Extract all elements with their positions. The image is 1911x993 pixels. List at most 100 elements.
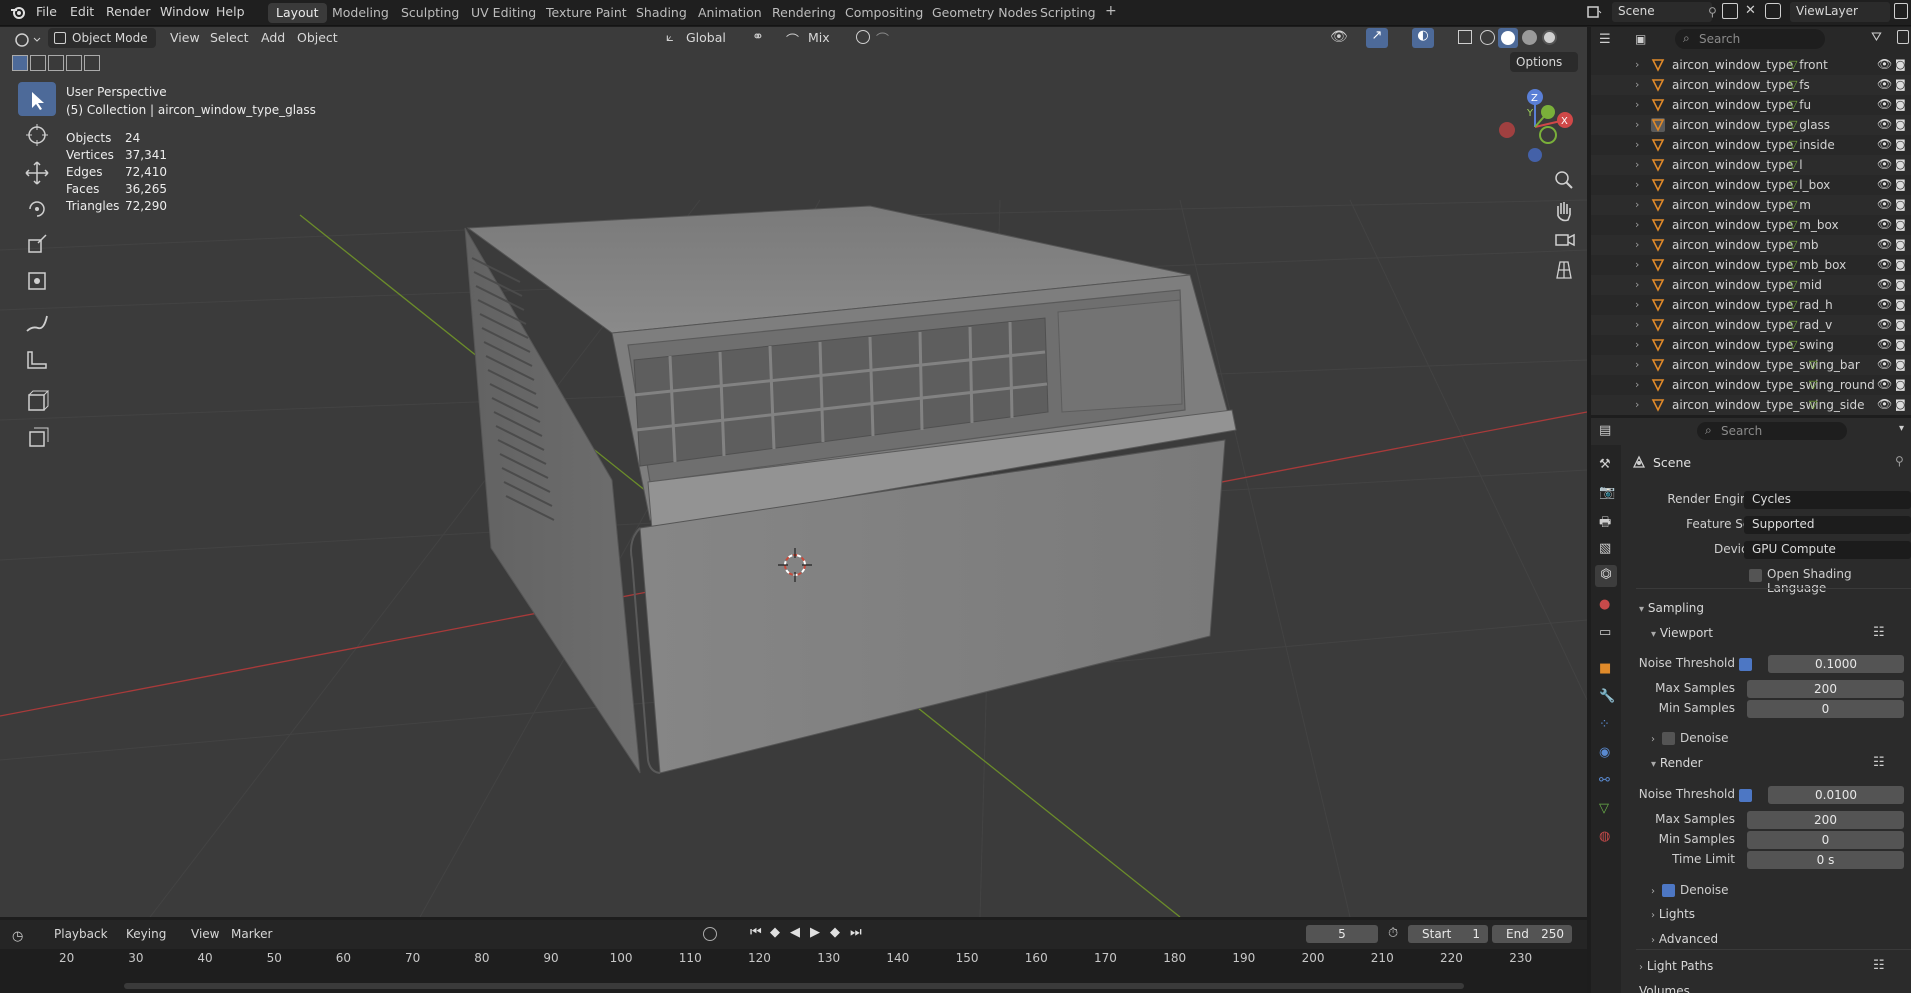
- add-cube-tool[interactable]: [18, 384, 56, 418]
- scene-name-field[interactable]: Scene: [1612, 2, 1712, 22]
- select-intersect-icon[interactable]: [84, 55, 100, 71]
- jump-start-icon[interactable]: ⏮: [750, 925, 762, 940]
- mesh-data-icon[interactable]: ▽: [1789, 258, 1797, 271]
- eye-icon[interactable]: 👁: [1877, 177, 1892, 191]
- menu-playback[interactable]: Playback: [54, 927, 108, 941]
- mesh-data-icon[interactable]: ▽: [1809, 398, 1817, 411]
- properties-search-input[interactable]: ⌕ Search: [1697, 422, 1847, 440]
- outliner-row[interactable]: › aircon_window_type_mb_box ▽ 👁 ◙: [1591, 255, 1911, 275]
- expand-arrow-icon[interactable]: ›: [1635, 338, 1639, 351]
- vp-denoise-checkbox[interactable]: [1662, 732, 1675, 745]
- camera-icon[interactable]: ◙: [1895, 158, 1906, 171]
- tab-modeling[interactable]: Modeling: [324, 3, 397, 23]
- outliner-row[interactable]: › aircon_window_type_l ▽ 👁 ◙: [1591, 155, 1911, 175]
- camera-icon[interactable]: ◙: [1895, 78, 1906, 91]
- eye-icon[interactable]: 👁: [1877, 297, 1892, 311]
- select-new-icon[interactable]: [12, 55, 28, 71]
- visibility-icon[interactable]: 👁: [1330, 29, 1348, 45]
- outliner-row[interactable]: › aircon_window_type_swing_side ▽ 👁 ◙: [1591, 395, 1911, 415]
- outliner-row[interactable]: › aircon_window_type_glass ▽ 👁 ◙: [1591, 115, 1911, 135]
- expand-arrow-icon[interactable]: ›: [1635, 238, 1639, 251]
- camera-icon[interactable]: ◙: [1895, 338, 1906, 351]
- rotate-tool[interactable]: [18, 192, 56, 226]
- menu-select[interactable]: Select: [210, 30, 249, 45]
- select-invert-icon[interactable]: [66, 55, 82, 71]
- jump-end-icon[interactable]: ⏭: [850, 925, 862, 940]
- render-subpanel-header[interactable]: ▾ Render: [1651, 756, 1703, 770]
- material-shading-icon[interactable]: [1522, 30, 1537, 45]
- outliner-row[interactable]: › aircon_window_type_fs ▽ 👁 ◙: [1591, 75, 1911, 95]
- view-layer-tab-icon[interactable]: ▧: [1599, 541, 1611, 556]
- physics-tab-icon[interactable]: ◉: [1599, 745, 1610, 760]
- mesh-data-icon[interactable]: ▽: [1789, 298, 1797, 311]
- particles-tab-icon[interactable]: ⁘: [1599, 717, 1610, 732]
- selection-mode-group[interactable]: [12, 55, 106, 71]
- object-tab-icon[interactable]: ■: [1599, 661, 1611, 676]
- rendered-shading-icon[interactable]: [1542, 30, 1557, 45]
- camera-icon[interactable]: ◙: [1895, 178, 1906, 191]
- advanced-subpanel[interactable]: › Advanced: [1651, 932, 1718, 946]
- outliner-row[interactable]: › aircon_window_type_swing_round ▽ 👁 ◙: [1591, 375, 1911, 395]
- menu-render[interactable]: Render: [106, 4, 151, 19]
- vp-denoise-subpanel[interactable]: ›: [1651, 731, 1655, 745]
- render-engine-dropdown[interactable]: Cycles: [1744, 491, 1911, 509]
- mesh-data-icon[interactable]: ▽: [1809, 378, 1817, 391]
- view-layer-icon[interactable]: [1765, 3, 1781, 19]
- tool-tab-icon[interactable]: ⚒: [1599, 457, 1611, 472]
- camera-icon[interactable]: ◙: [1895, 278, 1906, 291]
- outliner-row[interactable]: › aircon_window_type_l_box ▽ 👁 ◙: [1591, 175, 1911, 195]
- camera-icon[interactable]: ◙: [1895, 98, 1906, 111]
- add-workspace-button[interactable]: +: [1097, 1, 1125, 21]
- light-paths-panel[interactable]: › Light Paths: [1639, 959, 1713, 973]
- eye-icon[interactable]: 👁: [1877, 137, 1892, 151]
- camera-icon[interactable]: ◙: [1895, 358, 1906, 371]
- pivot-icon[interactable]: ⚭: [752, 29, 764, 45]
- select-box-tool[interactable]: [18, 82, 56, 116]
- timeline-editor-icon[interactable]: ◷: [12, 929, 23, 944]
- snap-icon[interactable]: ⌒: [786, 30, 799, 49]
- menu-object[interactable]: Object: [297, 30, 338, 45]
- tab-animation[interactable]: Animation: [690, 3, 770, 23]
- current-frame-field[interactable]: 5: [1306, 925, 1378, 943]
- eye-icon[interactable]: 👁: [1877, 377, 1892, 391]
- editor-type-icon[interactable]: [12, 30, 42, 50]
- wireframe-shading-icon[interactable]: [1480, 30, 1495, 45]
- r-denoise-subpanel[interactable]: ›: [1651, 883, 1655, 897]
- mesh-data-icon[interactable]: ▽: [1789, 178, 1797, 191]
- menu-edit[interactable]: Edit: [70, 4, 94, 19]
- r-noise-threshold-field[interactable]: 0.0100: [1768, 786, 1904, 804]
- vp-min-samples-field[interactable]: 0: [1747, 700, 1904, 718]
- menu-view[interactable]: View: [191, 927, 219, 941]
- select-subtract-icon[interactable]: [48, 55, 64, 71]
- mesh-data-icon[interactable]: ▽: [1789, 98, 1797, 111]
- camera-icon[interactable]: ◙: [1895, 378, 1906, 391]
- eye-icon[interactable]: 👁: [1877, 217, 1892, 231]
- outliner-row[interactable]: › aircon_window_type_rad_h ▽ 👁 ◙: [1591, 295, 1911, 315]
- outliner-row[interactable]: › aircon_window_type_swing ▽ 👁 ◙: [1591, 335, 1911, 355]
- eye-icon[interactable]: 👁: [1877, 317, 1892, 331]
- expand-arrow-icon[interactable]: ›: [1635, 198, 1639, 211]
- pin-icon[interactable]: ⚲: [1895, 454, 1904, 468]
- pin-icon[interactable]: ⚲: [1708, 5, 1717, 19]
- menu-keying[interactable]: Keying: [126, 927, 166, 941]
- extrude-tool[interactable]: [18, 420, 56, 454]
- expand-arrow-icon[interactable]: ›: [1635, 78, 1639, 91]
- mesh-data-icon[interactable]: ▽: [1789, 58, 1797, 71]
- tab-texture-paint[interactable]: Texture Paint: [538, 3, 635, 23]
- expand-arrow-icon[interactable]: ›: [1635, 178, 1639, 191]
- eye-icon[interactable]: 👁: [1877, 237, 1892, 251]
- eye-icon[interactable]: 👁: [1877, 197, 1892, 211]
- outliner-row[interactable]: › aircon_window_type_inside ▽ 👁 ◙: [1591, 135, 1911, 155]
- tab-sculpting[interactable]: Sculpting: [393, 3, 467, 23]
- vp-noise-threshold-checkbox[interactable]: [1739, 658, 1752, 671]
- expand-arrow-icon[interactable]: ›: [1635, 258, 1639, 271]
- properties-editor-icon[interactable]: ▤: [1599, 423, 1611, 438]
- camera-icon[interactable]: ◙: [1895, 238, 1906, 251]
- outliner-row[interactable]: › aircon_window_type_swing_bar ▽ 👁 ◙: [1591, 355, 1911, 375]
- r-denoise-checkbox[interactable]: [1662, 884, 1675, 897]
- outliner-row[interactable]: › aircon_window_type_front ▽ 👁 ◙: [1591, 55, 1911, 75]
- menu-help[interactable]: Help: [216, 4, 245, 19]
- end-frame-field[interactable]: End 250: [1492, 925, 1572, 943]
- eye-icon[interactable]: 👁: [1877, 357, 1892, 371]
- camera-view-icon[interactable]: [1548, 226, 1580, 254]
